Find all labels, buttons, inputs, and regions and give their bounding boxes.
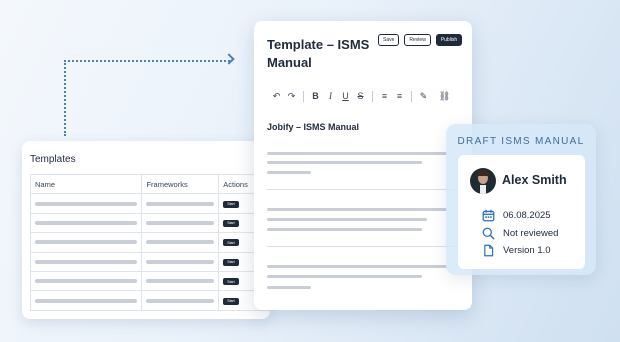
text-placeholder bbox=[146, 201, 215, 206]
scene: Templates Name Frameworks Actions Start S… bbox=[0, 0, 620, 342]
template-frameworks-cell bbox=[141, 212, 220, 234]
text-placeholder bbox=[146, 259, 215, 264]
document-icon bbox=[484, 244, 494, 256]
editor-title: Template – ISMS Manual bbox=[267, 37, 370, 70]
text-line-placeholder bbox=[267, 171, 311, 174]
text-placeholder bbox=[35, 240, 138, 245]
strikethrough-button[interactable]: S bbox=[353, 89, 368, 103]
start-button[interactable]: Start bbox=[223, 239, 239, 247]
template-editor: Template – ISMS Manual Save Review Publi… bbox=[254, 21, 472, 310]
template-name-cell bbox=[29, 212, 143, 234]
template-frameworks-cell bbox=[141, 251, 220, 272]
format-toolbar: ↶ ↷ B I U S ≡ ≡ ✎ ⛓ bbox=[269, 89, 461, 103]
text-placeholder bbox=[35, 220, 138, 225]
templates-panel: Templates Name Frameworks Actions Start S… bbox=[22, 141, 270, 319]
user-name: Alex Smith bbox=[502, 173, 567, 187]
search-icon bbox=[482, 227, 495, 240]
text-placeholder bbox=[35, 259, 138, 264]
avatar bbox=[470, 168, 496, 194]
table-row[interactable]: Start bbox=[29, 251, 270, 272]
document-title: Jobify – ISMS Manual bbox=[267, 122, 360, 132]
text-line-placeholder bbox=[267, 161, 422, 164]
table-row[interactable]: Start bbox=[29, 193, 270, 214]
text-placeholder bbox=[146, 298, 215, 303]
text-line-placeholder bbox=[267, 208, 447, 211]
draft-details: Alex Smith 06.08.2025 Not reviewed Versi… bbox=[458, 155, 585, 269]
template-frameworks-cell bbox=[141, 232, 220, 253]
table-header-row: Name Frameworks Actions bbox=[29, 173, 270, 195]
save-button[interactable]: Save bbox=[378, 34, 400, 46]
template-name-cell bbox=[29, 193, 143, 214]
draft-label: DRAFT ISMS MANUAL bbox=[457, 136, 585, 147]
calendar-icon bbox=[482, 209, 495, 221]
template-name-cell bbox=[29, 232, 143, 253]
text-placeholder bbox=[146, 240, 215, 245]
version-label: Version 1.0 bbox=[503, 244, 551, 256]
review-button[interactable]: Review bbox=[404, 34, 431, 46]
review-row: Not reviewed bbox=[482, 226, 558, 240]
table-row[interactable]: Start bbox=[29, 232, 270, 253]
undo-icon[interactable]: ↶ bbox=[269, 89, 284, 103]
templates-table: Name Frameworks Actions Start Start Start S… bbox=[29, 173, 270, 311]
version-row: Version 1.0 bbox=[482, 243, 551, 257]
publish-button[interactable]: Publish bbox=[435, 34, 463, 46]
templates-title: Templates bbox=[30, 154, 76, 165]
text-placeholder bbox=[35, 201, 138, 206]
template-name-cell bbox=[29, 270, 143, 292]
template-frameworks-cell bbox=[141, 290, 220, 311]
text-line-placeholder bbox=[267, 275, 422, 278]
template-name-cell bbox=[29, 290, 143, 311]
bullet-list-icon[interactable]: ≡ bbox=[377, 89, 392, 103]
toolbar-divider bbox=[372, 90, 373, 102]
toolbar-divider bbox=[411, 90, 412, 102]
text-line-placeholder bbox=[267, 286, 311, 289]
toolbar-divider bbox=[303, 90, 304, 102]
column-header-name: Name bbox=[29, 173, 143, 195]
template-name-cell bbox=[29, 251, 143, 272]
section-divider bbox=[267, 189, 459, 190]
text-placeholder bbox=[35, 298, 138, 303]
start-button[interactable]: Start bbox=[223, 200, 239, 208]
italic-button[interactable]: I bbox=[323, 89, 338, 103]
align-left-icon[interactable]: ≡ bbox=[392, 89, 407, 103]
start-button[interactable]: Start bbox=[223, 219, 239, 227]
text-placeholder bbox=[146, 279, 215, 284]
text-line-placeholder bbox=[267, 228, 422, 231]
text-line-placeholder bbox=[267, 265, 447, 268]
bold-button[interactable]: B bbox=[308, 89, 323, 103]
redo-icon[interactable]: ↷ bbox=[284, 89, 299, 103]
start-button[interactable]: Start bbox=[223, 278, 239, 286]
table-row[interactable]: Start bbox=[29, 290, 270, 311]
table-row[interactable]: Start bbox=[29, 212, 270, 234]
date-row: 06.08.2025 bbox=[482, 208, 551, 222]
text-placeholder bbox=[35, 279, 138, 284]
review-status: Not reviewed bbox=[503, 227, 559, 239]
dotted-connector bbox=[64, 60, 230, 136]
text-placeholder bbox=[146, 220, 215, 225]
pen-icon[interactable]: ✎ bbox=[416, 89, 431, 103]
draft-info-card: DRAFT ISMS MANUAL Alex Smith 06.08.2025 … bbox=[446, 124, 596, 275]
table-row[interactable]: Start bbox=[29, 270, 270, 292]
text-line-placeholder bbox=[267, 218, 427, 221]
text-line-placeholder bbox=[267, 152, 447, 155]
template-frameworks-cell bbox=[141, 270, 220, 292]
draft-date: 06.08.2025 bbox=[503, 209, 551, 221]
section-divider bbox=[267, 246, 459, 247]
start-button[interactable]: Start bbox=[223, 297, 239, 305]
underline-button[interactable]: U bbox=[338, 89, 353, 103]
template-frameworks-cell bbox=[141, 193, 220, 214]
templates-table-body: Start Start Start Start Start Start bbox=[29, 193, 270, 311]
start-button[interactable]: Start bbox=[223, 258, 239, 266]
column-header-frameworks: Frameworks bbox=[141, 173, 220, 195]
editor-header-buttons: Save Review Publish bbox=[378, 34, 463, 46]
link-icon[interactable]: ⛓ bbox=[437, 89, 452, 103]
